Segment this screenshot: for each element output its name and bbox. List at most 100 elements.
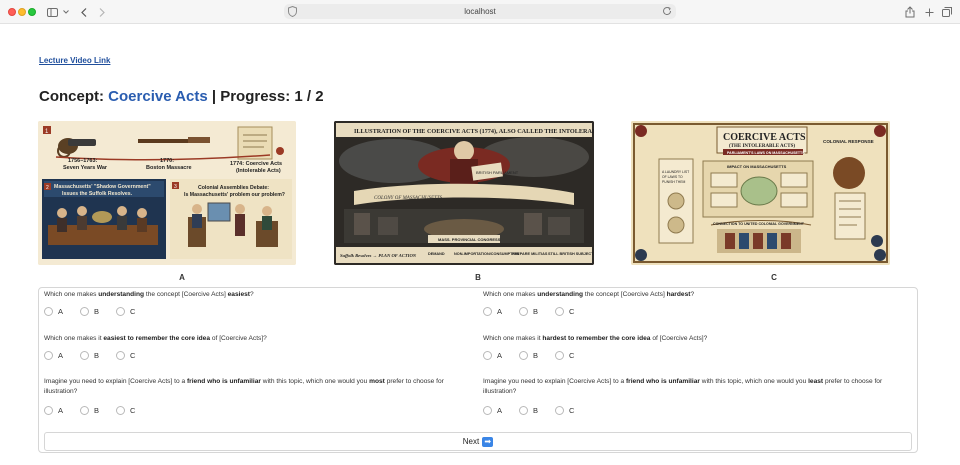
option-b[interactable]: B — [519, 307, 538, 316]
option-c[interactable]: C — [555, 406, 574, 415]
option-c[interactable]: C — [116, 307, 135, 316]
radio-button[interactable] — [116, 406, 126, 415]
options-explain-least: A B C — [483, 406, 591, 415]
option-c[interactable]: C — [555, 351, 574, 360]
browser-toolbar: localhost — [0, 0, 960, 24]
question-explain-least: Imagine you need to explain [Coercive Ac… — [483, 378, 883, 395]
radio-button[interactable] — [555, 351, 565, 360]
question-panel: Which one makes understanding the concep… — [38, 287, 918, 453]
radio-button[interactable] — [519, 307, 529, 316]
option-a[interactable]: A — [483, 307, 502, 316]
concept-prefix: Concept: — [39, 88, 109, 105]
concept-name: Coercive Acts — [108, 88, 208, 105]
option-b[interactable]: B — [80, 307, 99, 316]
option-a[interactable]: A — [483, 351, 502, 360]
image-b-caption-5: Suffolk Resolves → PLAN OF ACTION — [340, 253, 417, 258]
question-understanding-easiest: Which one makes understanding the concep… — [44, 291, 254, 298]
option-a[interactable]: A — [44, 406, 63, 415]
svg-text:Seven Years War: Seven Years War — [63, 165, 108, 171]
lecture-video-link[interactable]: Lecture Video Link — [39, 56, 110, 65]
image-c-caption-1: COERCIVE ACTS — [723, 132, 806, 143]
option-a[interactable]: A — [44, 351, 63, 360]
url-text: localhost — [464, 7, 496, 16]
image-b-label: B — [475, 273, 481, 282]
image-c-caption-6: CONNECTION TO UNITED COLONIAL GOVERNMENT — [713, 222, 805, 226]
image-b-caption-6: DEMAND — [428, 252, 445, 256]
question-understanding-hardest: Which one makes understanding the concep… — [483, 291, 695, 298]
svg-text:(Intolerable Acts): (Intolerable Acts) — [236, 168, 281, 174]
illustration-b[interactable]: ILLUSTRATION OF THE COERCIVE ACTS (1774)… — [334, 121, 594, 265]
radio-button[interactable] — [116, 351, 126, 360]
question-remember-hardest: Which one makes it hardest to remember t… — [483, 335, 708, 342]
option-b[interactable]: B — [519, 406, 538, 415]
image-a-caption-4: Massachusetts' "Shadow Government" — [54, 184, 151, 190]
option-a[interactable]: A — [44, 307, 63, 316]
share-icon[interactable] — [904, 4, 916, 20]
image-c-caption-5: IMPACT ON MASSACHUSETTS — [727, 164, 787, 169]
zoom-window-button[interactable] — [28, 8, 36, 16]
option-c[interactable]: C — [116, 406, 135, 415]
sidebar-toggle-icon[interactable] — [46, 4, 58, 20]
svg-text:OF LAWS TO: OF LAWS TO — [662, 175, 683, 179]
chevron-down-icon[interactable] — [62, 4, 70, 20]
image-b-caption-3: COLONY OF MASSACHUSETTS — [374, 196, 443, 201]
radio-button[interactable] — [483, 351, 492, 360]
radio-button[interactable] — [116, 307, 126, 316]
image-b-caption-2: BRITISH PARLIAMENT — [476, 170, 519, 175]
question-explain-most: Imagine you need to explain [Coercive Ac… — [44, 378, 444, 395]
image-a-caption-2: 1770: — [160, 158, 174, 164]
image-a-label: A — [179, 273, 185, 282]
reload-icon[interactable] — [662, 6, 672, 16]
image-b-caption-7: NON-IMPORTATION/CONSUMPTION — [454, 252, 520, 256]
svg-text:2: 2 — [46, 185, 49, 191]
radio-button[interactable] — [80, 406, 90, 415]
svg-text:Boston Massacre: Boston Massacre — [146, 165, 192, 171]
options-explain-most: A B C — [44, 406, 152, 415]
svg-text:3: 3 — [174, 184, 177, 190]
radio-button[interactable] — [44, 406, 53, 415]
right-arrow-icon: ➡ — [482, 436, 494, 447]
tab-overview-icon[interactable] — [941, 4, 953, 20]
image-b-caption-8: PREPARE MILITIAS — [512, 252, 548, 256]
image-c-caption-4: COLONIAL RESPONSE — [823, 139, 874, 144]
radio-button[interactable] — [519, 351, 529, 360]
close-window-button[interactable] — [8, 8, 16, 16]
radio-button[interactable] — [483, 406, 492, 415]
minimize-window-button[interactable] — [18, 8, 26, 16]
radio-button[interactable] — [80, 307, 90, 316]
next-button[interactable]: Next ➡ — [44, 432, 912, 451]
radio-button[interactable] — [80, 351, 90, 360]
radio-button[interactable] — [44, 307, 53, 316]
illustration-a[interactable]: 1 1756–1763: Seven Years War 1770: Bosto… — [38, 121, 296, 265]
image-b-caption-9: STILL BRITISH SUBJECTS — [548, 252, 594, 256]
radio-button[interactable] — [483, 307, 492, 316]
image-a-caption-1: 1756–1763: — [68, 158, 98, 164]
option-c[interactable]: C — [116, 351, 135, 360]
radio-button[interactable] — [44, 351, 53, 360]
illustration-c[interactable]: COERCIVE ACTS (THE INTOLERABLE ACTS) PAR… — [631, 121, 890, 265]
next-button-label: Next — [462, 437, 480, 446]
option-b[interactable]: B — [80, 406, 99, 415]
svg-text:PUNISH THEM: PUNISH THEM — [662, 180, 685, 184]
option-a[interactable]: A — [483, 406, 502, 415]
svg-text:Is Massachusetts' problem our: Is Massachusetts' problem our problem? — [184, 192, 285, 198]
image-c-caption-2: (THE INTOLERABLE ACTS) — [729, 144, 795, 149]
option-b[interactable]: B — [80, 351, 99, 360]
forward-arrow-icon[interactable] — [97, 4, 107, 20]
new-tab-icon[interactable] — [923, 4, 935, 20]
shield-icon — [288, 6, 297, 17]
image-a-caption-5: Colonial Assemblies Debate: — [198, 185, 269, 191]
radio-button[interactable] — [555, 307, 565, 316]
option-b[interactable]: B — [519, 351, 538, 360]
image-a-caption-3: 1774: Coercive Acts — [230, 161, 282, 167]
radio-button[interactable] — [519, 406, 529, 415]
back-arrow-icon[interactable] — [79, 4, 89, 20]
radio-button[interactable] — [555, 406, 565, 415]
address-bar[interactable]: localhost — [284, 4, 676, 19]
image-b-caption-1: ILLUSTRATION OF THE COERCIVE ACTS (1774)… — [354, 128, 594, 135]
image-c-caption-3: PARLIAMENT'S LAWS ON MASSACHUSETTS — [727, 151, 805, 155]
question-remember-easiest: Which one makes it easiest to remember t… — [44, 335, 267, 342]
page-title: Concept: Coercive Acts | Progress: 1 / 2 — [39, 88, 324, 105]
option-c[interactable]: C — [555, 307, 574, 316]
svg-text:Issues the Suffolk Resolves.: Issues the Suffolk Resolves. — [62, 191, 133, 197]
